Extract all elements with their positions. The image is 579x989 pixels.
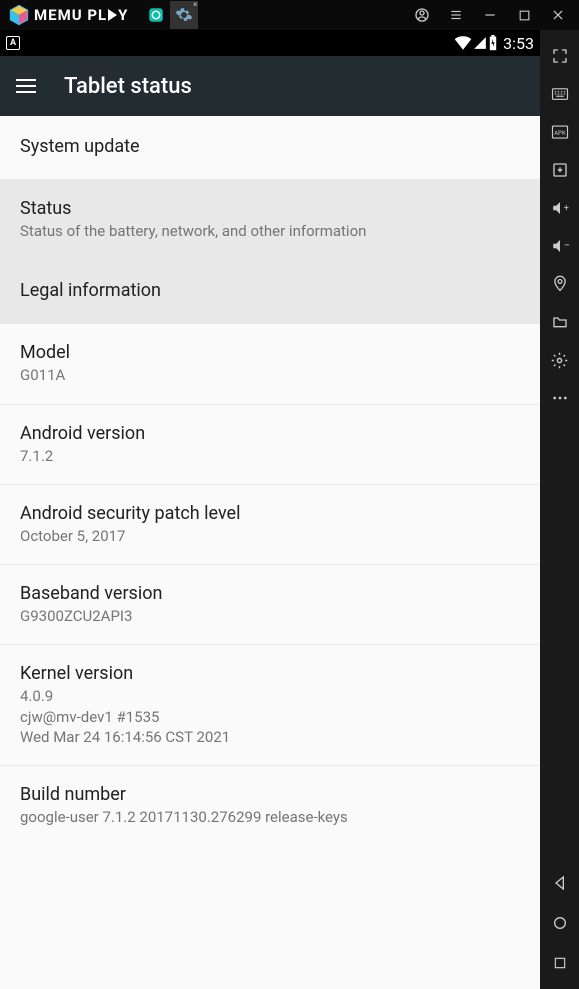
user-icon[interactable] <box>413 6 431 24</box>
item-legal-information[interactable]: Legal information <box>0 259 540 323</box>
nav-recent-icon[interactable] <box>548 951 572 975</box>
keyboard-icon[interactable] <box>548 82 572 106</box>
item-build-number[interactable]: Build number google-user 7.1.2 20171130.… <box>0 765 540 845</box>
nav-back-icon[interactable] <box>548 871 572 895</box>
settings-gear-icon[interactable] <box>548 348 572 372</box>
battery-icon <box>488 35 498 51</box>
hamburger-icon[interactable] <box>16 79 36 93</box>
volume-up-icon[interactable]: + <box>548 196 572 220</box>
svg-text:+: + <box>563 204 568 214</box>
folder-icon[interactable] <box>548 310 572 334</box>
page-title: Tablet status <box>64 74 192 99</box>
signal-icon <box>473 36 487 50</box>
item-security-patch[interactable]: Android security patch level October 5, … <box>0 484 540 564</box>
app-circle-icon <box>147 6 165 24</box>
minimize-button[interactable] <box>481 6 499 24</box>
play-triangle-icon <box>108 9 117 21</box>
more-icon[interactable] <box>548 386 572 410</box>
memu-logo-icon <box>8 4 30 26</box>
memu-titlebar: MEMU PLY × <box>0 0 579 30</box>
install-icon[interactable] <box>548 158 572 182</box>
item-baseband-version[interactable]: Baseband version G9300ZCU2API3 <box>0 564 540 644</box>
tab-settings[interactable]: × <box>170 1 198 29</box>
item-android-version[interactable]: Android version 7.1.2 <box>0 404 540 484</box>
tab-close-icon[interactable]: × <box>193 1 197 9</box>
fullscreen-icon[interactable] <box>548 44 572 68</box>
item-system-update[interactable]: System update <box>0 116 540 179</box>
item-status[interactable]: Status Status of the battery, network, a… <box>0 179 540 259</box>
tab-app1[interactable] <box>142 1 170 29</box>
location-icon[interactable] <box>548 272 572 296</box>
close-button[interactable] <box>549 6 567 24</box>
volume-down-icon[interactable]: − <box>548 234 572 258</box>
gear-icon <box>175 6 193 24</box>
nav-home-icon[interactable] <box>548 911 572 935</box>
status-time: 3:53 <box>503 34 534 53</box>
android-screen: A 3:53 Tablet status System update Statu… <box>0 30 540 989</box>
android-status-bar: A 3:53 <box>0 30 540 56</box>
svg-text:APK: APK <box>554 130 566 137</box>
memu-sidebar: APK + − <box>540 0 579 989</box>
item-model[interactable]: Model G011A <box>0 323 540 403</box>
status-a-icon: A <box>6 36 20 50</box>
item-kernel-version[interactable]: Kernel version 4.0.9 cjw@mv-dev1 #1535 W… <box>0 644 540 765</box>
app-bar: Tablet status <box>0 56 540 116</box>
maximize-button[interactable] <box>515 6 533 24</box>
window-controls <box>413 6 579 24</box>
menu-lines-icon[interactable] <box>447 6 465 24</box>
settings-list[interactable]: System update Status Status of the batte… <box>0 116 540 989</box>
svg-text:−: − <box>563 238 568 251</box>
wifi-icon <box>454 36 472 50</box>
apk-icon[interactable]: APK <box>548 120 572 144</box>
memu-tabs: × <box>142 1 198 29</box>
memu-brand: MEMU PLY <box>34 6 128 24</box>
memu-logo-area: MEMU PLY <box>0 4 128 26</box>
